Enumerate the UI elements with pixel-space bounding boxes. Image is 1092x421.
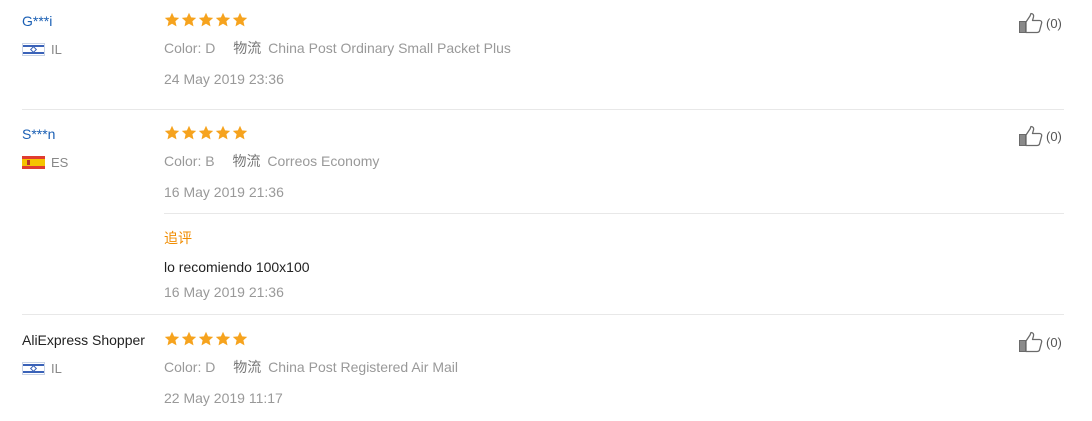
color-option: Color: D: [164, 40, 216, 56]
helpful-count: (0): [1046, 15, 1062, 31]
star-icon: [198, 331, 214, 346]
helpful-button[interactable]: (0): [1018, 331, 1062, 353]
star-icon: [164, 12, 180, 27]
followup-label: 追评: [164, 230, 192, 246]
country-code: IL: [51, 360, 62, 376]
shipping-label: 物流: [233, 359, 262, 375]
followup-date: 16 May 2019 21:36: [164, 284, 284, 300]
helpful-count: (0): [1046, 128, 1062, 144]
spain-flag-icon: [22, 155, 45, 169]
star-icon: [215, 331, 231, 346]
star-icon: [181, 331, 197, 346]
shipping-method: China Post Ordinary Small Packet Plus: [268, 40, 511, 56]
review-meta: Color: D 物流 China Post Ordinary Small Pa…: [164, 38, 511, 58]
star-icon: [215, 125, 231, 140]
thumbs-up-icon[interactable]: [1018, 12, 1044, 34]
review-divider: [22, 314, 1064, 315]
helpful-button[interactable]: (0): [1018, 12, 1062, 34]
star-icon: [198, 125, 214, 140]
star-icon: [232, 12, 248, 27]
helpful-button[interactable]: (0): [1018, 125, 1062, 147]
reviewer-country: IL: [22, 41, 62, 57]
shipping-label: 物流: [232, 153, 261, 169]
shipping-method: China Post Registered Air Mail: [268, 359, 459, 375]
thumbs-up-icon[interactable]: [1018, 331, 1044, 353]
israel-flag-icon: [22, 42, 45, 56]
review-divider: [22, 109, 1064, 110]
shipping-method: Correos Economy: [267, 153, 380, 169]
followup-text: lo recomiendo 100x100: [164, 259, 310, 275]
reviewer-name[interactable]: G***i: [22, 12, 52, 30]
star-icon: [232, 331, 248, 346]
review-date: 22 May 2019 11:17: [164, 390, 283, 406]
reviewer-country: IL: [22, 360, 62, 376]
star-icon: [181, 12, 197, 27]
helpful-count: (0): [1046, 334, 1062, 350]
star-rating: [164, 125, 248, 141]
country-code: IL: [51, 41, 62, 57]
thumbs-up-icon[interactable]: [1018, 125, 1044, 147]
reviewer-name[interactable]: S***n: [22, 125, 55, 143]
reviewer-country: ES: [22, 154, 69, 170]
star-icon: [215, 12, 231, 27]
star-icon: [164, 125, 180, 140]
review-meta: Color: D 物流 China Post Registered Air Ma…: [164, 357, 458, 377]
country-code: ES: [51, 154, 69, 170]
review-meta: Color: B 物流 Correos Economy: [164, 151, 379, 171]
star-rating: [164, 12, 248, 28]
shipping-label: 物流: [233, 40, 262, 56]
review-date: 24 May 2019 23:36: [164, 71, 284, 87]
star-rating: [164, 331, 248, 347]
color-option: Color: B: [164, 153, 215, 169]
followup-divider: [164, 213, 1064, 214]
israel-flag-icon: [22, 361, 45, 375]
star-icon: [232, 125, 248, 140]
star-icon: [181, 125, 197, 140]
review-date: 16 May 2019 21:36: [164, 184, 284, 200]
color-option: Color: D: [164, 359, 216, 375]
star-icon: [198, 12, 214, 27]
reviewer-name: AliExpress Shopper: [22, 332, 145, 348]
star-icon: [164, 331, 180, 346]
